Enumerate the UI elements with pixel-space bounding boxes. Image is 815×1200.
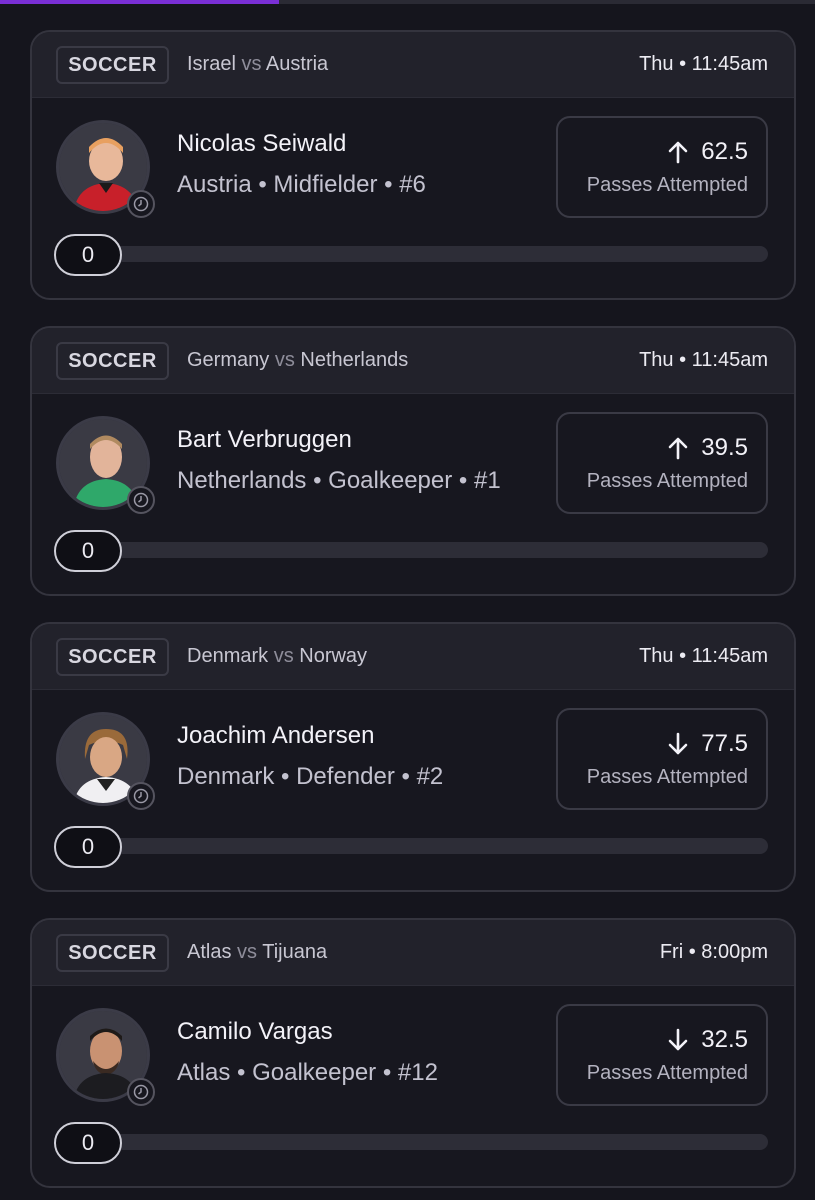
game-time: Thu • 11:45am	[639, 53, 768, 75]
player-name: Joachim Andersen	[177, 722, 375, 749]
team-b: Austria	[265, 53, 329, 75]
player-info: Netherlands • Goalkeeper • #1	[177, 467, 501, 494]
matchup: Germany vs Netherlands	[187, 349, 408, 372]
vs-label: vs	[274, 349, 295, 371]
card-header: SOCCER Denmark vs Norway Thu • 11:45am	[32, 624, 794, 690]
arrow-down-icon	[668, 1028, 688, 1051]
prop-line: 32.5	[667, 1026, 748, 1054]
team-a: Denmark	[187, 645, 269, 667]
matchup: Israel vs Austria	[187, 53, 328, 76]
stat-label: Passes Attempted	[586, 766, 748, 788]
sport-badge: SOCCER	[56, 342, 169, 380]
arrow-up-icon	[668, 141, 688, 164]
matchup: Atlas vs Tijuana	[187, 941, 327, 964]
player-info: Atlas • Goalkeeper • #12	[177, 1059, 438, 1086]
game-time: Thu • 11:45am	[639, 349, 768, 371]
player-name: Camilo Vargas	[177, 1018, 333, 1045]
clock-icon	[127, 486, 155, 514]
stat-label: Passes Attempted	[586, 1062, 748, 1084]
vs-label: vs	[273, 645, 294, 667]
prop-line-box[interactable]: 39.5 Passes Attempted	[556, 412, 768, 514]
team-a: Israel	[187, 53, 236, 75]
stat-label: Passes Attempted	[586, 174, 748, 196]
prop-line: 62.5	[667, 138, 748, 166]
progress-track	[56, 838, 768, 854]
player-name: Bart Verbruggen	[177, 426, 352, 453]
progress-value: 0	[54, 826, 122, 868]
card-header: SOCCER Israel vs Austria Thu • 11:45am	[32, 32, 794, 98]
sport-badge: SOCCER	[56, 638, 169, 676]
game-time: Thu • 11:45am	[639, 645, 768, 667]
card-header: SOCCER Germany vs Netherlands Thu • 11:4…	[32, 328, 794, 394]
arrow-up-icon	[668, 437, 688, 460]
prop-line-box[interactable]: 32.5 Passes Attempted	[556, 1004, 768, 1106]
progress-track	[56, 542, 768, 558]
vs-label: vs	[241, 53, 262, 75]
player-name: Nicolas Seiwald	[177, 130, 347, 157]
line-value: 62.5	[701, 138, 748, 165]
sport-badge: SOCCER	[56, 46, 169, 84]
team-a: Germany	[187, 349, 270, 371]
team-b: Tijuana	[262, 941, 328, 963]
prop-line: 77.5	[667, 730, 748, 758]
player-info: Denmark • Defender • #2	[177, 763, 444, 790]
card-header: SOCCER Atlas vs Tijuana Fri • 8:00pm	[32, 920, 794, 986]
clock-icon	[127, 190, 155, 218]
progress-value: 0	[54, 234, 122, 276]
prop-line-box[interactable]: 77.5 Passes Attempted	[556, 708, 768, 810]
prop-card[interactable]: SOCCER Denmark vs Norway Thu • 11:45am J…	[30, 622, 796, 892]
game-time: Fri • 8:00pm	[659, 941, 768, 963]
clock-icon	[127, 1078, 155, 1106]
stat-label: Passes Attempted	[586, 470, 748, 492]
matchup: Denmark vs Norway	[187, 645, 367, 668]
tab-indicator-bar	[0, 0, 815, 4]
progress-value: 0	[54, 1122, 122, 1164]
team-a: Atlas	[187, 941, 232, 963]
prop-card[interactable]: SOCCER Germany vs Netherlands Thu • 11:4…	[30, 326, 796, 596]
clock-icon	[127, 782, 155, 810]
sport-badge: SOCCER	[56, 934, 169, 972]
progress-track	[56, 246, 768, 262]
line-value: 32.5	[701, 1026, 748, 1053]
prop-card[interactable]: SOCCER Israel vs Austria Thu • 11:45am N…	[30, 30, 796, 300]
prop-line-box[interactable]: 62.5 Passes Attempted	[556, 116, 768, 218]
progress-value: 0	[54, 530, 122, 572]
line-value: 77.5	[701, 730, 748, 757]
vs-label: vs	[237, 941, 258, 963]
active-tab-indicator	[0, 0, 279, 4]
prop-card[interactable]: SOCCER Atlas vs Tijuana Fri • 8:00pm Cam…	[30, 918, 796, 1188]
player-info: Austria • Midfielder • #6	[177, 171, 426, 198]
team-b: Norway	[299, 645, 368, 667]
prop-line: 39.5	[667, 434, 748, 462]
progress-track	[56, 1134, 768, 1150]
line-value: 39.5	[701, 434, 748, 461]
team-b: Netherlands	[300, 349, 409, 371]
arrow-down-icon	[668, 732, 688, 755]
